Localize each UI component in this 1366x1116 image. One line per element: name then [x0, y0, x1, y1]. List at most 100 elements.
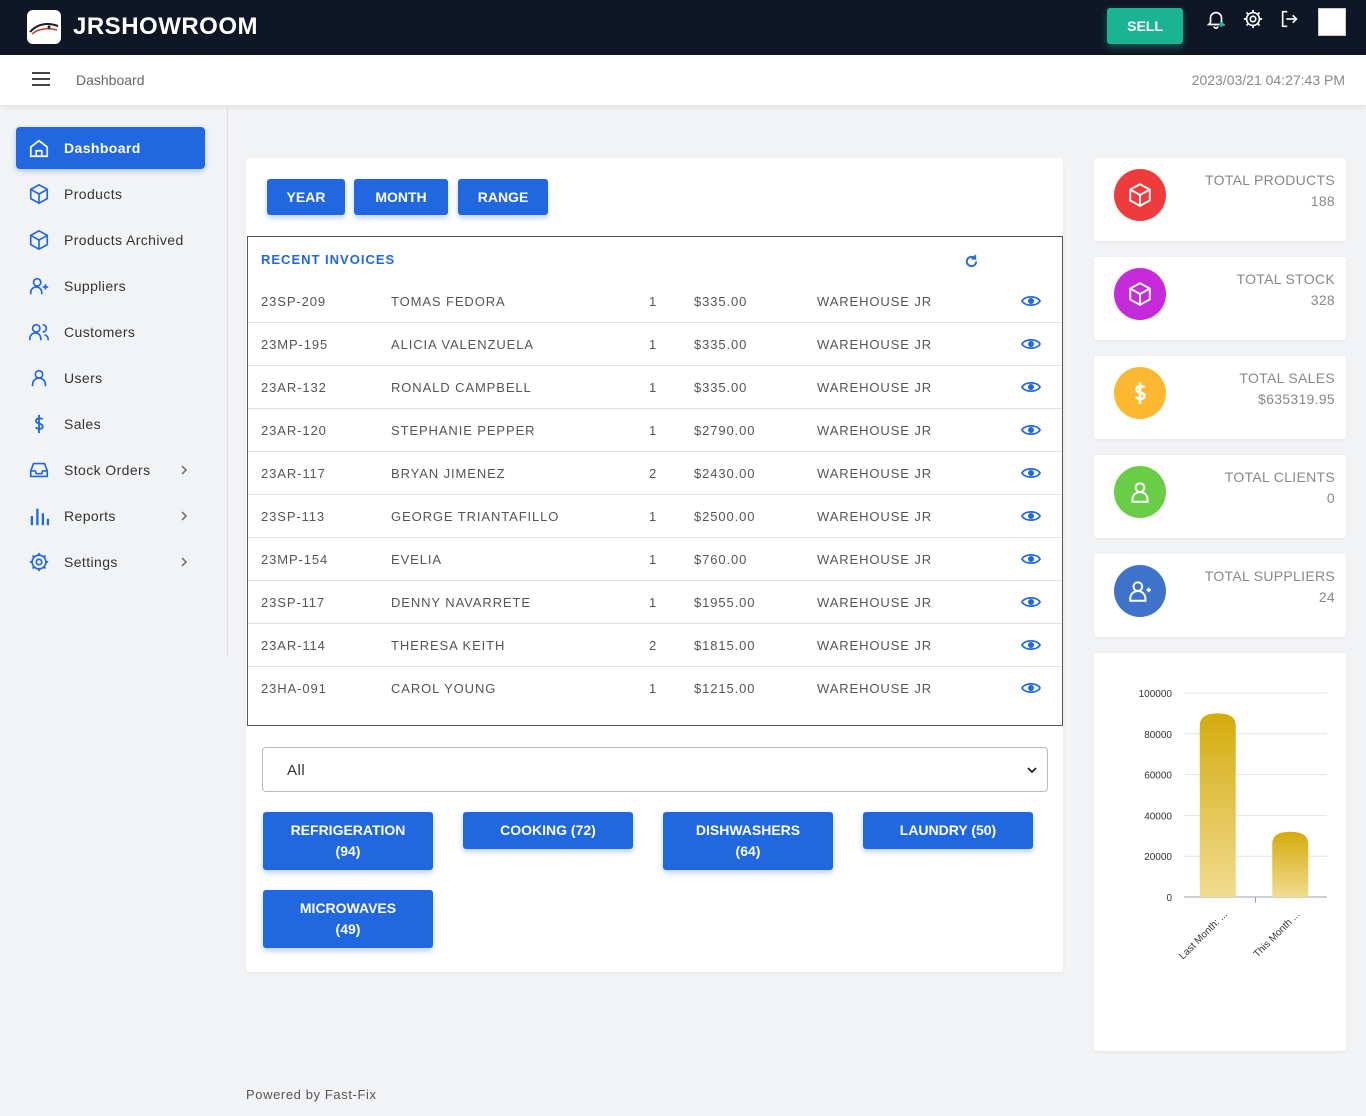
stat-card-total-products: TOTAL PRODUCTS 188 [1094, 158, 1346, 241]
customer-name: BRYAN JIMENEZ [391, 466, 506, 481]
stat-label: TOTAL SUPPLIERS [1204, 568, 1335, 584]
category-laundry-button[interactable]: LAUNDRY (50) [863, 812, 1033, 849]
view-eye-icon[interactable] [1021, 681, 1041, 695]
sidebar-item-stock-orders[interactable]: Stock Orders [16, 449, 205, 491]
invoice-amount: $1215.00 [694, 681, 756, 696]
warehouse-name: WAREHOUSE JR [817, 294, 933, 309]
sales-comparison-chart-card: 100000 80000 60000 40000 20000 0 Last Month: .… [1094, 653, 1346, 1051]
view-eye-icon[interactable] [1021, 423, 1041, 437]
table-row[interactable]: 23MP-154 EVELIA 1 $760.00 WAREHOUSE JR [248, 538, 1062, 581]
warehouse-name: WAREHOUSE JR [817, 423, 933, 438]
category-select[interactable]: All [262, 747, 1048, 792]
item-quantity: 1 [649, 681, 658, 696]
sidebar-item-products[interactable]: Products [16, 173, 205, 215]
sidebar-item-label: Suppliers [64, 278, 126, 294]
sidebar: Dashboard Products Products Archived Sup… [0, 105, 228, 657]
x-tick-label: This Month ... [1252, 909, 1303, 960]
category-dishwashers-button[interactable]: DISHWASHERS (64) [663, 812, 833, 870]
avatar[interactable] [1318, 8, 1346, 36]
stat-label: TOTAL STOCK [1236, 271, 1335, 287]
view-eye-icon[interactable] [1021, 466, 1041, 480]
box-icon [1129, 282, 1151, 306]
table-row[interactable]: 23SP-117 DENNY NAVARRETE 1 $1955.00 WAREHOUS… [248, 581, 1062, 624]
gear-icon[interactable] [1242, 8, 1264, 30]
invoice-amount: $2790.00 [694, 423, 756, 438]
table-row[interactable]: 23AR-120 STEPHANIE PEPPER 1 $2790.00 WAREHOU… [248, 409, 1062, 452]
item-quantity: 1 [649, 595, 658, 610]
sidebar-item-suppliers[interactable]: Suppliers [16, 265, 205, 307]
brand-logo[interactable] [27, 10, 61, 44]
stat-icon-circle [1114, 367, 1166, 419]
view-eye-icon[interactable] [1021, 638, 1041, 652]
x-tick-label: Last Month: ... [1177, 909, 1230, 962]
category-refrigeration-button[interactable]: REFRIGERATION (94) [263, 812, 433, 870]
view-eye-icon[interactable] [1021, 552, 1041, 566]
stat-card-total-clients: TOTAL CLIENTS 0 [1094, 455, 1346, 538]
sidebar-item-sales[interactable]: Sales [16, 403, 205, 445]
month-filter-button[interactable]: MONTH [354, 179, 448, 215]
sidebar-item-users[interactable]: Users [16, 357, 205, 399]
hamburger-menu-icon[interactable] [32, 72, 50, 86]
category-microwaves-button[interactable]: MICROWAVES (49) [263, 890, 433, 948]
view-eye-icon[interactable] [1021, 337, 1041, 351]
warehouse-name: WAREHOUSE JR [817, 638, 933, 653]
stat-label: TOTAL PRODUCTS [1205, 172, 1335, 188]
table-row[interactable]: 23SP-209 TOMAS FEDORA 1 $335.00 WAREHOUSE JR [248, 280, 1062, 323]
stat-icon-circle [1114, 268, 1166, 320]
y-tick-label: 0 [1166, 893, 1172, 904]
invoice-amount: $2500.00 [694, 509, 756, 524]
invoice-id: 23AR-132 [261, 380, 327, 395]
logout-icon[interactable] [1279, 8, 1301, 30]
inbox-icon [29, 462, 49, 478]
recent-invoices-table: RECENT INVOICES 23SP-209 TOMAS FEDORA 1 $33… [247, 236, 1063, 726]
invoice-id: 23SP-117 [261, 595, 326, 610]
footer-text: Powered by Fast-Fix [246, 1087, 377, 1102]
table-row[interactable]: 23SP-113 GEORGE TRIANTAFILLO 1 $2500.00 WARE… [248, 495, 1062, 538]
table-row[interactable]: 23AR-132 RONALD CAMPBELL 1 $335.00 WAREHOUSE… [248, 366, 1062, 409]
view-eye-icon[interactable] [1021, 294, 1041, 308]
view-eye-icon[interactable] [1021, 595, 1041, 609]
view-eye-icon[interactable] [1021, 380, 1041, 394]
sidebar-item-label: Products Archived [64, 232, 184, 248]
category-cooking-button[interactable]: COOKING (72) [463, 812, 633, 849]
view-eye-icon[interactable] [1021, 509, 1041, 523]
invoice-amount: $760.00 [694, 552, 748, 567]
invoice-id: 23SP-113 [261, 509, 326, 524]
stat-value: 188 [1310, 193, 1335, 209]
chevron-right-icon [181, 557, 188, 567]
table-row[interactable]: 23MP-195 ALICIA VALENZUELA 1 $335.00 WAREHOU… [248, 323, 1062, 366]
stat-card-total-suppliers: TOTAL SUPPLIERS 24 [1094, 554, 1346, 637]
recent-invoices-title: RECENT INVOICES [261, 252, 396, 267]
invoice-id: 23AR-114 [261, 638, 326, 653]
invoice-id: 23MP-195 [261, 337, 329, 352]
invoice-amount: $335.00 [694, 294, 748, 309]
stat-icon-circle [1114, 565, 1166, 617]
table-row[interactable]: 23AR-117 BRYAN JIMENEZ 2 $2430.00 WAREHOUSE … [248, 452, 1062, 495]
range-filter-button[interactable]: RANGE [458, 179, 548, 215]
breadcrumb[interactable]: Dashboard [76, 72, 145, 88]
dollar-icon [1135, 382, 1146, 404]
warehouse-name: WAREHOUSE JR [817, 552, 933, 567]
box-icon [29, 229, 49, 251]
invoice-id: 23SP-209 [261, 294, 327, 309]
refresh-icon[interactable] [964, 254, 979, 269]
sell-button[interactable]: SELL [1107, 8, 1183, 44]
bell-icon[interactable] [1205, 8, 1227, 30]
sidebar-item-products-archived[interactable]: Products Archived [16, 219, 205, 261]
sidebar-item-reports[interactable]: Reports [16, 495, 205, 537]
sidebar-item-dashboard[interactable]: Dashboard [16, 127, 205, 169]
item-quantity: 1 [649, 294, 658, 309]
y-tick-label: 60000 [1144, 771, 1172, 782]
item-quantity: 2 [649, 638, 658, 653]
sales-comparison-chart: 100000 80000 60000 40000 20000 0 Last Month: .… [1139, 689, 1327, 962]
home-icon [29, 139, 49, 158]
brand-name[interactable]: JRSHOWROOM [73, 13, 258, 41]
sidebar-item-customers[interactable]: Customers [16, 311, 205, 353]
category-select-value: All [287, 762, 306, 779]
invoice-amount: $335.00 [694, 380, 748, 395]
table-row[interactable]: 23HA-091 CAROL YOUNG 1 $1215.00 WAREHOUSE JR [248, 667, 1062, 710]
sidebar-item-settings[interactable]: Settings [16, 541, 205, 583]
chart-bar [1199, 713, 1236, 897]
table-row[interactable]: 23AR-114 THERESA KEITH 2 $1815.00 WAREHOUSE … [248, 624, 1062, 667]
year-filter-button[interactable]: YEAR [267, 179, 345, 215]
